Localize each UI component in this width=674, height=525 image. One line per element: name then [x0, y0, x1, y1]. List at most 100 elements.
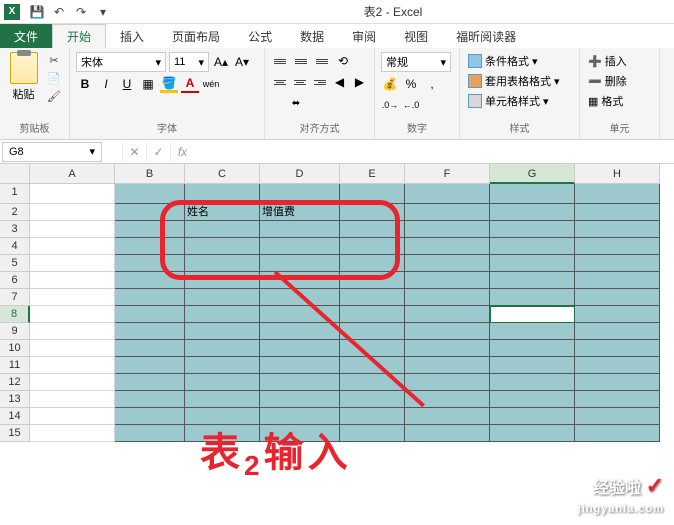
cell-F6[interactable] — [405, 272, 490, 289]
cell-G8[interactable] — [490, 306, 575, 323]
cell-H4[interactable] — [575, 238, 660, 255]
row-header-4[interactable]: 4 — [0, 238, 30, 255]
cancel-formula-button[interactable]: ✕ — [122, 142, 146, 162]
cell-H2[interactable] — [575, 204, 660, 221]
cell-B1[interactable] — [115, 184, 185, 204]
cell-C3[interactable] — [185, 221, 260, 238]
cell-H7[interactable] — [575, 289, 660, 306]
cut-button[interactable]: ✂ — [45, 52, 63, 68]
cell-A9[interactable] — [30, 323, 115, 340]
cell-F15[interactable] — [405, 425, 490, 442]
cell-G2[interactable] — [490, 204, 575, 221]
cell-B2[interactable] — [115, 204, 185, 221]
cell-H9[interactable] — [575, 323, 660, 340]
cell-D6[interactable] — [260, 272, 340, 289]
cell-B14[interactable] — [115, 408, 185, 425]
tab-layout[interactable]: 页面布局 — [158, 24, 234, 48]
cell-D4[interactable] — [260, 238, 340, 255]
enter-formula-button[interactable]: ✓ — [146, 142, 170, 162]
row-header-12[interactable]: 12 — [0, 374, 30, 391]
percent-button[interactable]: % — [402, 75, 420, 93]
tab-review[interactable]: 审阅 — [338, 24, 390, 48]
cell-B6[interactable] — [115, 272, 185, 289]
font-size-select[interactable]: 11▾ — [169, 52, 209, 72]
cell-G15[interactable] — [490, 425, 575, 442]
tab-home[interactable]: 开始 — [52, 24, 106, 48]
cell-D14[interactable] — [260, 408, 340, 425]
align-center-button[interactable] — [291, 74, 308, 90]
row-header-9[interactable]: 9 — [0, 323, 30, 340]
row-header-6[interactable]: 6 — [0, 272, 30, 289]
row-header-11[interactable]: 11 — [0, 357, 30, 374]
fx-button[interactable]: fx — [170, 142, 194, 162]
cell-D9[interactable] — [260, 323, 340, 340]
delete-cell-button[interactable]: ➖ 删除 — [586, 72, 653, 90]
cell-C11[interactable] — [185, 357, 260, 374]
cell-E7[interactable] — [340, 289, 405, 306]
cell-G11[interactable] — [490, 357, 575, 374]
cell-H15[interactable] — [575, 425, 660, 442]
save-button[interactable]: 💾 — [28, 3, 46, 21]
cell-C7[interactable] — [185, 289, 260, 306]
decrease-indent-button[interactable]: ◀ — [331, 73, 348, 91]
cell-H13[interactable] — [575, 391, 660, 408]
increase-indent-button[interactable]: ▶ — [351, 73, 368, 91]
cell-B15[interactable] — [115, 425, 185, 442]
cell-A4[interactable] — [30, 238, 115, 255]
cell-C13[interactable] — [185, 391, 260, 408]
cell-H14[interactable] — [575, 408, 660, 425]
row-header-7[interactable]: 7 — [0, 289, 30, 306]
cell-E2[interactable] — [340, 204, 405, 221]
cell-C5[interactable] — [185, 255, 260, 272]
format-cell-button[interactable]: ▦ 格式 — [586, 92, 653, 110]
cell-G1[interactable] — [490, 184, 575, 204]
name-box[interactable]: G8▾ — [2, 142, 102, 162]
cell-F3[interactable] — [405, 221, 490, 238]
cell-D13[interactable] — [260, 391, 340, 408]
cell-E4[interactable] — [340, 238, 405, 255]
cell-C6[interactable] — [185, 272, 260, 289]
font-name-select[interactable]: 宋体▾ — [76, 52, 166, 72]
col-header-h[interactable]: H — [575, 164, 660, 184]
cell-C8[interactable] — [185, 306, 260, 323]
tab-foxit[interactable]: 福昕阅读器 — [442, 24, 530, 48]
cell-B12[interactable] — [115, 374, 185, 391]
conditional-format-button[interactable]: 条件格式 ▾ — [466, 52, 573, 70]
col-header-g[interactable]: G — [490, 164, 575, 184]
cell-D10[interactable] — [260, 340, 340, 357]
row-header-3[interactable]: 3 — [0, 221, 30, 238]
decrease-font-button[interactable]: A▾ — [233, 53, 251, 71]
copy-button[interactable]: 📄 — [45, 70, 63, 86]
cell-G6[interactable] — [490, 272, 575, 289]
cell-F14[interactable] — [405, 408, 490, 425]
cell-F8[interactable] — [405, 306, 490, 323]
align-right-button[interactable] — [311, 74, 328, 90]
cell-F7[interactable] — [405, 289, 490, 306]
row-header-5[interactable]: 5 — [0, 255, 30, 272]
col-header-d[interactable]: D — [260, 164, 340, 184]
cell-C10[interactable] — [185, 340, 260, 357]
row-header-8[interactable]: 8 — [0, 306, 30, 323]
formula-input[interactable] — [194, 142, 674, 162]
insert-cell-button[interactable]: ➕ 插入 — [586, 52, 653, 70]
cell-B9[interactable] — [115, 323, 185, 340]
cell-E12[interactable] — [340, 374, 405, 391]
tab-view[interactable]: 视图 — [390, 24, 442, 48]
cell-E3[interactable] — [340, 221, 405, 238]
font-color-button[interactable]: A — [181, 75, 199, 93]
merge-button[interactable]: ⬌ — [271, 94, 321, 112]
cell-C12[interactable] — [185, 374, 260, 391]
cell-H3[interactable] — [575, 221, 660, 238]
number-format-select[interactable]: 常规▾ — [381, 52, 451, 72]
cell-A10[interactable] — [30, 340, 115, 357]
cell-E9[interactable] — [340, 323, 405, 340]
cell-F1[interactable] — [405, 184, 490, 204]
bold-button[interactable]: B — [76, 75, 94, 93]
cell-E15[interactable] — [340, 425, 405, 442]
cell-A15[interactable] — [30, 425, 115, 442]
cell-A6[interactable] — [30, 272, 115, 289]
cell-D1[interactable] — [260, 184, 340, 204]
row-header-14[interactable]: 14 — [0, 408, 30, 425]
cell-H12[interactable] — [575, 374, 660, 391]
cell-C2[interactable]: 姓名 — [185, 204, 260, 221]
